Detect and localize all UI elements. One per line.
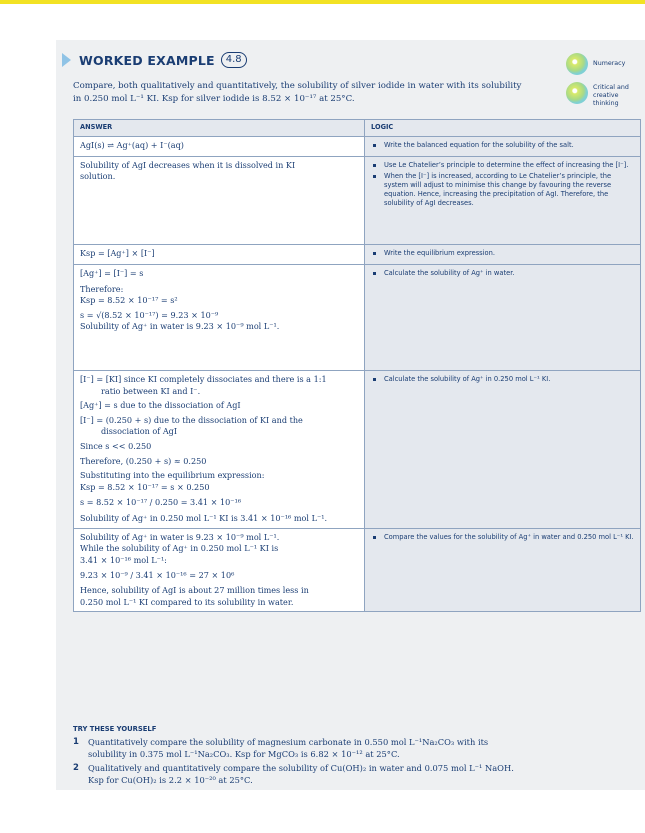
question-line-1: Compare, both qualitatively and quantita… xyxy=(73,81,522,91)
try-these-yourself: TRY THESE YOURSELF 1 Quantitatively comp… xyxy=(73,725,633,789)
answer-line: ratio between KI and I⁻. xyxy=(101,385,201,396)
try-item: 2 Qualitatively and quantitatively compa… xyxy=(73,763,633,786)
answer-line: Ksp = 8.52 × 10⁻¹⁷ = s × 0.250 xyxy=(80,481,210,492)
numeracy-label: Numeracy xyxy=(593,60,626,67)
answer-logic-table: ANSWER LOGIC AgI(s) ⇌ Ag⁺(aq) + I⁻(aq) W… xyxy=(73,119,641,613)
logic-bullet: Write the equilibrium expression. xyxy=(371,249,634,258)
answer-line: Therefore, (0.250 + s) ≈ 0.250 xyxy=(80,455,207,466)
answer-line: solution. xyxy=(80,171,116,182)
answer-cell: Solubility of Ag⁺ in water is 9.23 × 10⁻… xyxy=(73,527,365,613)
try-heading: TRY THESE YOURSELF xyxy=(73,725,157,733)
question-line-2: in 0.250 mol L⁻¹ KI. Ksp for silver iodi… xyxy=(73,93,355,104)
answer-line: s = √(8.52 × 10⁻¹⁷) = 9.23 × 10⁻⁹ xyxy=(80,309,219,320)
answer-line: Therefore: xyxy=(80,284,124,295)
answer-line: While the solubility of Ag⁺ in 0.250 mol… xyxy=(80,543,279,554)
answer-line: 9.23 × 10⁻⁹ / 3.41 × 10⁻¹⁶ = 27 × 10⁶ xyxy=(80,569,235,580)
worked-example-title: WORKED EXAMPLE xyxy=(79,52,215,68)
answer-cell: Solubility of AgI decreases when it is d… xyxy=(73,156,365,245)
answer-cell: Ksp = [Ag⁺] × [I⁻] xyxy=(73,244,365,265)
try-item: 1 Quantitatively compare the solubility … xyxy=(73,737,633,760)
try-item-line: solubility in 0.375 mol L⁻¹Na₂CO₃. Ksp f… xyxy=(88,748,400,759)
logic-bullet: Use Le Chatelier’s principle to determin… xyxy=(371,161,634,170)
table-row: Ksp = [Ag⁺] × [I⁻] Write the equilibrium… xyxy=(73,244,641,265)
answer-line: s = 8.52 × 10⁻¹⁷ / 0.250 = 3.41 × 10⁻¹⁶ xyxy=(80,497,242,508)
answer-cell: AgI(s) ⇌ Ag⁺(aq) + I⁻(aq) xyxy=(73,136,365,157)
answer-column-header: ANSWER xyxy=(73,119,365,137)
logic-cell: Calculate the solubility of Ag⁺ in water… xyxy=(364,264,641,371)
logic-bullet: When the [I⁻] is increased, according to… xyxy=(371,172,634,208)
logic-cell: Write the balanced equation for the solu… xyxy=(364,136,641,157)
answer-line: dissociation of AgI xyxy=(101,426,178,437)
table-header-row: ANSWER LOGIC xyxy=(73,119,641,137)
logic-bullet: Compare the values for the solubility of… xyxy=(371,533,634,542)
table-row: Solubility of Ag⁺ in water is 9.23 × 10⁻… xyxy=(73,527,641,613)
answer-line: Ksp = 8.52 × 10⁻¹⁷ = s² xyxy=(80,295,178,306)
answer-line: Since s << 0.250 xyxy=(80,440,152,451)
logic-cell: Calculate the solubility of Ag⁺ in 0.250… xyxy=(364,370,641,529)
logic-bullet: Calculate the solubility of Ag⁺ in water… xyxy=(371,269,634,278)
answer-line: 3.41 × 10⁻¹⁶ mol L⁻¹: xyxy=(80,555,167,566)
answer-line: Substituting into the equilibrium expres… xyxy=(80,470,265,481)
answer-line: Solubility of Ag⁺ in 0.250 mol L⁻¹ KI is… xyxy=(80,512,328,523)
answer-line: Solubility of AgI decreases when it is d… xyxy=(80,160,296,170)
try-item-line: Ksp for Cu(OH)₂ is 2.2 × 10⁻²⁰ at 25°C. xyxy=(88,774,253,785)
answer-line: [Ag⁺] = [I⁻] = s xyxy=(80,268,144,278)
answer-line: [I⁻] = [KI] since KI completely dissocia… xyxy=(80,374,327,384)
answer-line: [Ag⁺] = s due to the dissociation of AgI xyxy=(80,400,241,411)
critical-thinking-badge: Critical and creative thinking xyxy=(566,82,645,108)
try-item-number: 1 xyxy=(73,737,79,747)
logic-cell: Compare the values for the solubility of… xyxy=(364,527,641,613)
table-row: AgI(s) ⇌ Ag⁺(aq) + I⁻(aq) Write the bala… xyxy=(73,136,641,157)
top-accent-bar xyxy=(0,0,645,4)
worked-example-header: WORKED EXAMPLE 4.8 xyxy=(62,52,247,68)
table-row: Solubility of AgI decreases when it is d… xyxy=(73,156,641,245)
logic-column-header: LOGIC xyxy=(364,119,641,137)
answer-line: AgI(s) ⇌ Ag⁺(aq) + I⁻(aq) xyxy=(80,140,184,150)
critical-thinking-label: Critical and creative thinking xyxy=(593,84,629,107)
logic-bullet: Write the balanced equation for the solu… xyxy=(371,141,634,150)
triangle-marker-icon xyxy=(62,53,71,67)
question-text: Compare, both qualitatively and quantita… xyxy=(73,80,553,105)
critical-thinking-circle-icon xyxy=(566,82,588,104)
logic-cell: Use Le Chatelier’s principle to determin… xyxy=(364,156,641,245)
numeracy-circle-icon xyxy=(566,53,588,75)
answer-line: Ksp = [Ag⁺] × [I⁻] xyxy=(80,248,155,258)
answer-line: Solubility of Ag⁺ in water is 9.23 × 10⁻… xyxy=(80,320,280,331)
logic-cell: Write the equilibrium expression. xyxy=(364,244,641,265)
answer-line: Solubility of Ag⁺ in water is 9.23 × 10⁻… xyxy=(80,531,280,542)
try-item-line: Quantitatively compare the solubility of… xyxy=(88,737,489,747)
answer-line: Hence, solubility of AgI is about 27 mil… xyxy=(80,584,309,595)
answer-cell: [Ag⁺] = [I⁻] = s Therefore: Ksp = 8.52 ×… xyxy=(73,264,365,371)
try-item-text: Quantitatively compare the solubility of… xyxy=(88,737,608,760)
numeracy-badge: Numeracy xyxy=(566,53,625,75)
table-row: [I⁻] = [KI] since KI completely dissocia… xyxy=(73,370,641,529)
answer-cell: [I⁻] = [KI] since KI completely dissocia… xyxy=(73,370,365,529)
answer-line: 0.250 mol L⁻¹ KI compared to its solubil… xyxy=(80,596,294,607)
logic-bullet: Calculate the solubility of Ag⁺ in 0.250… xyxy=(371,375,634,384)
worked-example-number: 4.8 xyxy=(220,52,247,68)
try-item-line: Qualitatively and quantitatively compare… xyxy=(88,763,514,773)
try-item-number: 2 xyxy=(73,763,79,773)
try-item-text: Qualitatively and quantitatively compare… xyxy=(88,763,608,786)
answer-line: [I⁻] = (0.250 + s) due to the dissociati… xyxy=(80,414,303,425)
table-row: [Ag⁺] = [I⁻] = s Therefore: Ksp = 8.52 ×… xyxy=(73,264,641,371)
